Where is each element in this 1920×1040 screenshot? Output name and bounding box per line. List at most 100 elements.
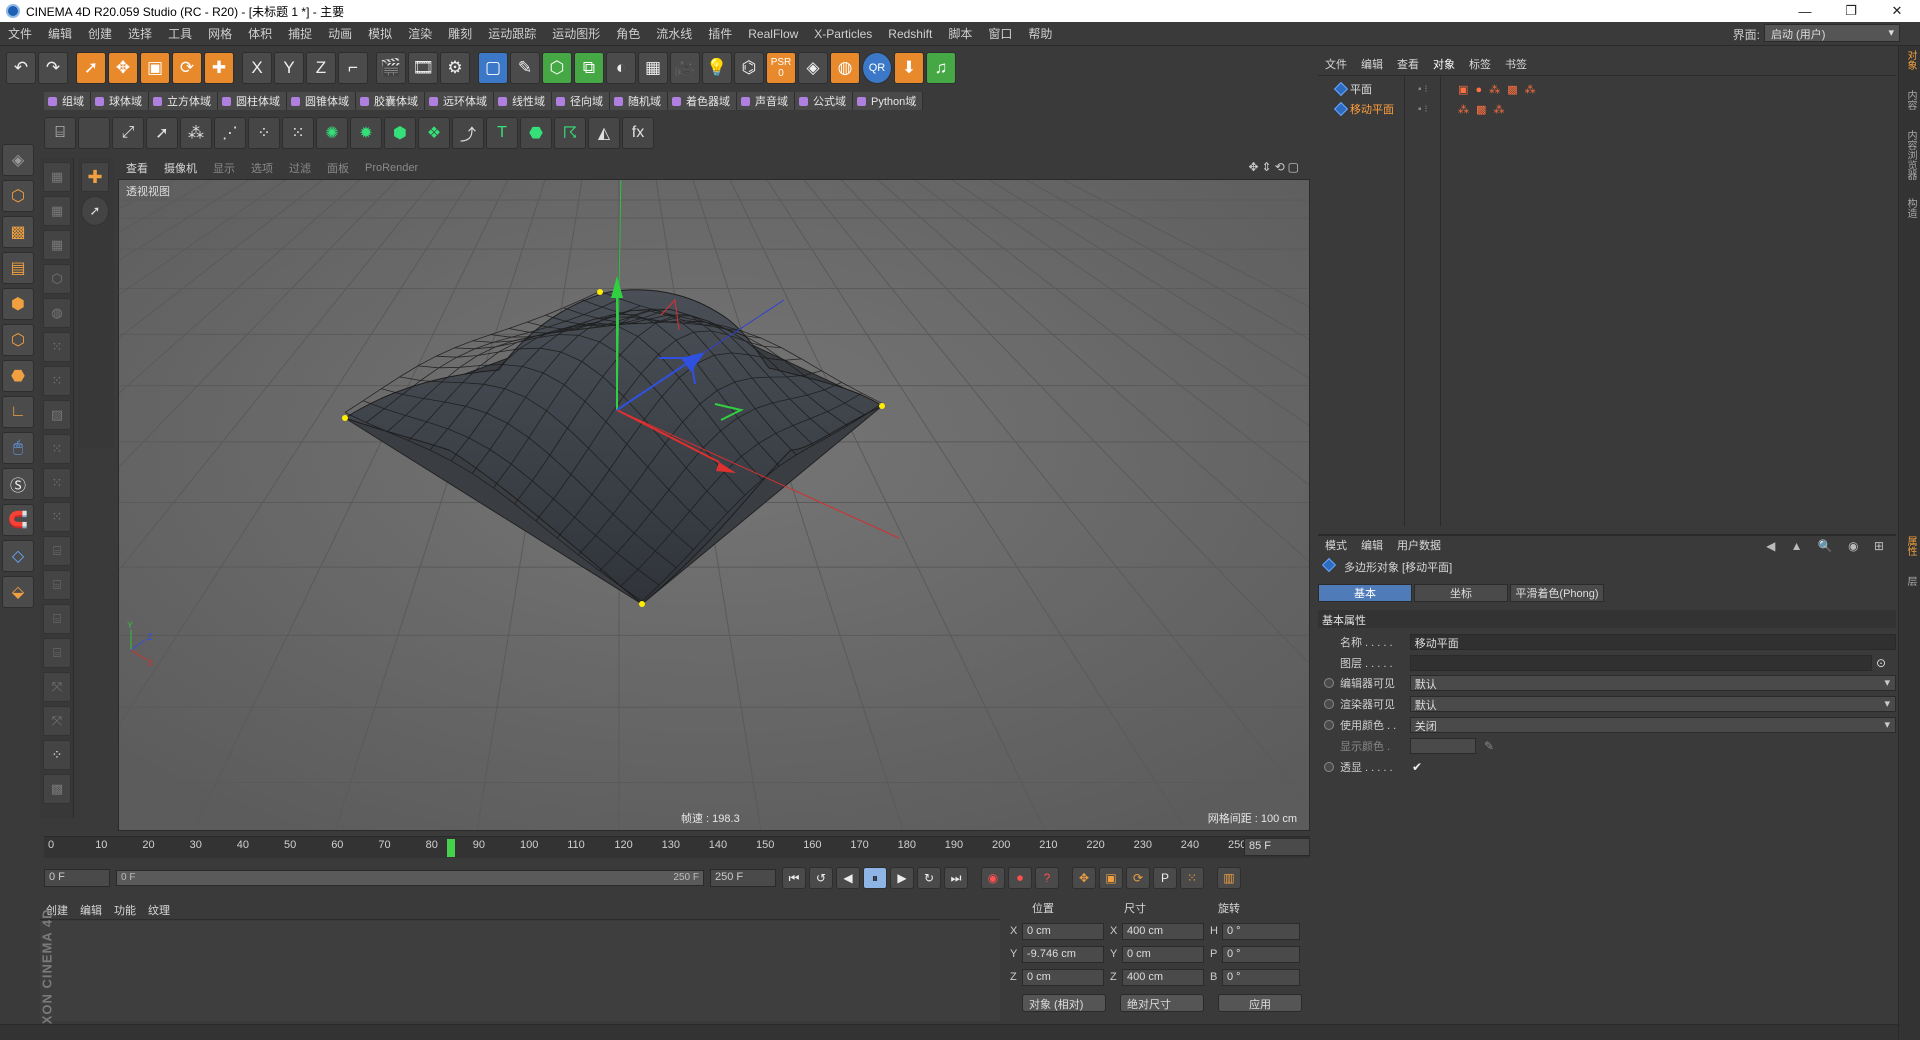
tool-slot-9-icon[interactable]: ⁙ — [43, 434, 71, 464]
tracer-icon[interactable]: ⤴ — [452, 117, 484, 149]
menu-window[interactable]: 窗口 — [980, 25, 1020, 42]
tool-slot-19-icon[interactable]: ▩ — [43, 774, 71, 804]
menu-pipeline[interactable]: 流水线 — [648, 25, 700, 42]
group-field-button[interactable]: 组域 — [44, 92, 91, 110]
move-tool-icon[interactable]: ✥ — [108, 52, 138, 84]
object-tags-icons[interactable]: ⁂ ▩ ⁂ — [1458, 103, 1507, 116]
viewport-menu-view[interactable]: 查看 — [118, 160, 156, 176]
radial-field-button[interactable]: 径向域 — [552, 92, 610, 110]
menu-simulate[interactable]: 模拟 — [360, 25, 400, 42]
tool-slot-6-icon[interactable]: ⁙ — [43, 332, 71, 362]
dots-spline-icon[interactable]: ⋰ — [214, 117, 246, 149]
editor-visible-select[interactable]: 默认 — [1409, 675, 1896, 691]
tool-slot-15-icon[interactable]: ⌸ — [43, 638, 71, 668]
tool-slot-17-icon[interactable]: ⤧ — [43, 706, 71, 736]
model-mode-icon[interactable]: ⬡ — [2, 180, 34, 212]
position-y-field[interactable]: -9.746 cm — [1022, 945, 1104, 963]
pen-spline-icon[interactable]: ✎ — [510, 52, 540, 84]
planar-workplane-icon[interactable]: ⬙ — [2, 576, 34, 608]
record-parameter-button[interactable]: P — [1153, 867, 1177, 889]
menu-render[interactable]: 渲染 — [400, 25, 440, 42]
coords-mode-select[interactable]: 对象 (相对) — [1022, 994, 1106, 1012]
attributes-menu-user-data[interactable]: 用户数据 — [1390, 537, 1448, 553]
menu-tools[interactable]: 工具 — [160, 25, 200, 42]
knife-tool-icon[interactable]: ⤢ — [112, 117, 144, 149]
quick-move-icon[interactable]: ✚ — [81, 162, 109, 192]
material-menu-function[interactable]: 功能 — [108, 902, 142, 918]
side-tab-content-browser[interactable]: 内容浏览器 — [1902, 130, 1918, 180]
redo-button[interactable]: ↷ — [38, 52, 68, 84]
blank-slot-icon[interactable] — [78, 117, 110, 149]
viewport-menu-filter[interactable]: 过滤 — [281, 160, 319, 176]
edges-mode-icon[interactable]: ⬡ — [2, 324, 34, 356]
box-field-button[interactable]: 立方体域 — [149, 92, 218, 110]
cylinder-field-button[interactable]: 圆柱体域 — [218, 92, 287, 110]
visibility-toggles[interactable]: ▪ ⁝ — [1418, 104, 1458, 115]
matrix-icon[interactable]: ✹ — [350, 117, 382, 149]
editor-visible-anim-dot[interactable] — [1324, 678, 1334, 688]
rotation-h-field[interactable]: 0 ° — [1222, 922, 1300, 940]
menu-snap[interactable]: 捕捉 — [280, 25, 320, 42]
side-tab-objects[interactable]: 对象 — [1902, 50, 1918, 70]
material-menu-edit[interactable]: 编辑 — [74, 902, 108, 918]
tool-slot-7-icon[interactable]: ⁙ — [43, 366, 71, 396]
menu-edit[interactable]: 编辑 — [40, 25, 80, 42]
menu-motion-tracking[interactable]: 运动跟踪 — [480, 25, 544, 42]
floor-icon[interactable]: ▦ — [638, 52, 668, 84]
tool-slot-11-icon[interactable]: ⁙ — [43, 502, 71, 532]
objects-menu-file[interactable]: 文件 — [1318, 56, 1354, 72]
viewport-navigation-icons[interactable]: ✥⇕⟲▢ — [1248, 160, 1302, 174]
mograph-cube-icon[interactable]: ❖ — [418, 117, 450, 149]
tool-slot-3-icon[interactable]: ▦ — [43, 230, 71, 260]
object-row-moving-plane[interactable]: 移动平面 ▪ ⁝ ⁂ ▩ ⁂ — [1318, 100, 1896, 118]
go-to-start-icon[interactable]: ⏮ — [782, 867, 806, 889]
attribute-nav-icons[interactable]: ◀ ▲ 🔍 ◉ ⊞ — [1766, 539, 1890, 553]
quad-remesher-button[interactable]: QR — [862, 52, 892, 84]
size-x-field[interactable]: 400 cm — [1122, 922, 1204, 940]
menu-character[interactable]: 角色 — [608, 25, 648, 42]
use-color-select[interactable]: 关闭 — [1409, 717, 1896, 733]
end-frame-field[interactable]: 250 F — [710, 869, 776, 887]
workplane-mode-icon[interactable]: ▤ — [2, 252, 34, 284]
live-selection-icon[interactable]: ➚ — [76, 52, 106, 84]
object-row-plane[interactable]: 平面 ▪ ⁝ ▣ ● ⁂ ▩ ⁂ — [1318, 80, 1896, 98]
render-visible-anim-dot[interactable] — [1324, 699, 1334, 709]
viewport-menu-cameras[interactable]: 摄像机 — [156, 160, 205, 176]
viewport-camera-icon[interactable]: ⌸ — [44, 117, 76, 149]
selection-brush-icon[interactable]: ➚ — [146, 117, 178, 149]
display-color-swatch[interactable] — [1410, 738, 1476, 754]
torus-field-button[interactable]: 远环体域 — [425, 92, 494, 110]
side-tab-attributes[interactable]: 属性 — [1902, 536, 1918, 556]
side-tab-layers[interactable]: 层 — [1902, 576, 1918, 586]
tool-slot-18-icon[interactable]: ⁘ — [43, 740, 71, 770]
tool-slot-16-icon[interactable]: ⤧ — [43, 672, 71, 702]
material-menu-texture[interactable]: 纹理 — [142, 902, 176, 918]
record-pla-icon[interactable]: ⁙ — [1180, 867, 1204, 889]
timeline[interactable]: 0 10 20 30 40 50 60 70 80 90 100 110 120 130 140 150 160… — [44, 836, 1310, 858]
formula-field-button[interactable]: 公式域 — [795, 92, 853, 110]
record-active-objects-icon[interactable]: ◉ — [981, 867, 1005, 889]
deformer-icon[interactable]: ◐ — [606, 52, 636, 84]
keyframe-selection-icon[interactable]: ? — [1035, 867, 1059, 889]
size-z-field[interactable]: 400 cm — [1122, 968, 1204, 986]
use-color-anim-dot[interactable] — [1324, 720, 1334, 730]
position-z-field[interactable]: 0 cm — [1022, 968, 1104, 986]
tool-slot-10-icon[interactable]: ⁙ — [43, 468, 71, 498]
python-field-button[interactable]: Python域 — [853, 92, 924, 110]
subdivision-surface-icon[interactable]: ⬡ — [542, 52, 572, 84]
rotation-p-field[interactable]: 0 ° — [1222, 945, 1300, 963]
xpresso-icon[interactable]: ⌬ — [734, 52, 764, 84]
solo-mode-icon[interactable]: Ⓢ — [2, 468, 34, 500]
restore-button[interactable]: ❐ — [1828, 0, 1874, 22]
objects-menu-tags[interactable]: 标签 — [1462, 56, 1498, 72]
viewport-menu-options[interactable]: 选项 — [243, 160, 281, 176]
tab-coordinates[interactable]: 坐标 — [1414, 584, 1508, 602]
y-axis-lock-button[interactable]: Y — [274, 52, 304, 84]
voronoi-icon[interactable]: ⬢ — [384, 117, 416, 149]
texture-mode-icon[interactable]: ▩ — [2, 216, 34, 248]
tool-slot-1-icon[interactable]: ▦ — [43, 162, 71, 192]
material-manager-area[interactable] — [40, 921, 1000, 1021]
quick-select-icon[interactable]: ➚ — [81, 196, 109, 226]
render-settings-icon[interactable]: ⚙ — [440, 52, 470, 84]
cloner-icon[interactable]: ⧉ — [574, 52, 604, 84]
